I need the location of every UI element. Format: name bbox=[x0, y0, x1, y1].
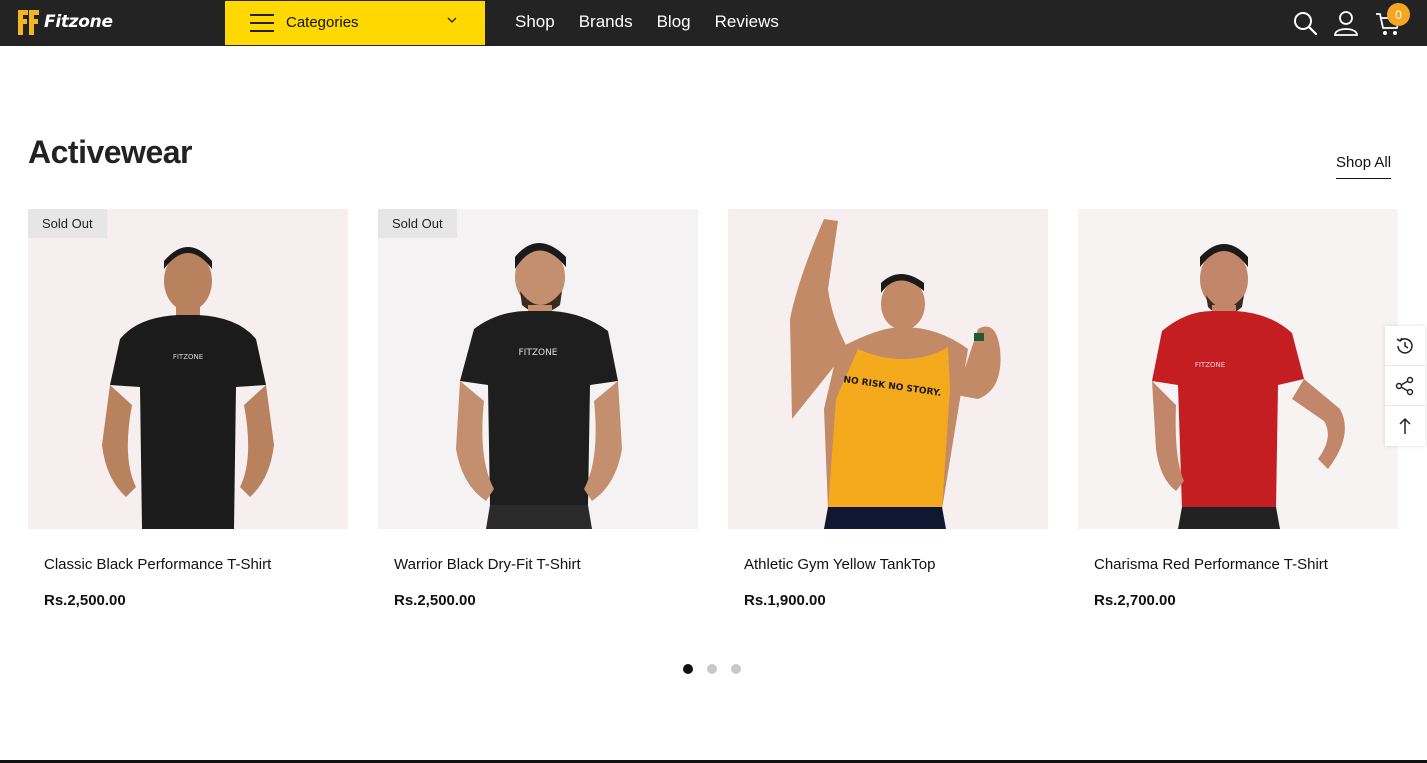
shop-all-link[interactable]: Shop All bbox=[1336, 154, 1392, 179]
product-photo: FITZONE bbox=[378, 209, 698, 529]
carousel-pagination bbox=[683, 664, 741, 674]
product-price: Rs.2,500.00 bbox=[394, 592, 476, 609]
product-image[interactable]: FITZONE Sold Out bbox=[28, 209, 348, 529]
nav-brands[interactable]: Brands bbox=[579, 12, 633, 32]
carousel-dot-3[interactable] bbox=[731, 664, 741, 674]
logo-icon bbox=[18, 10, 39, 35]
back-to-top-icon bbox=[1399, 417, 1411, 434]
sold-out-badge: Sold Out bbox=[378, 209, 457, 238]
site-header: Fitzone Categories Shop Brands Blog Revi… bbox=[0, 0, 1427, 46]
shirt-print: FITZONE bbox=[1195, 361, 1225, 369]
product-price: Rs.1,900.00 bbox=[744, 592, 826, 609]
product-photo: NO RISK NO STORY. bbox=[728, 209, 1048, 529]
nav-shop[interactable]: Shop bbox=[515, 12, 555, 32]
logo-text: Fitzone bbox=[44, 12, 113, 32]
carousel-dot-2[interactable] bbox=[707, 664, 717, 674]
product-image[interactable]: FITZONE bbox=[1078, 209, 1398, 529]
recent-icon bbox=[1396, 337, 1413, 354]
sold-out-badge: Sold Out bbox=[28, 209, 107, 238]
product-card[interactable]: FITZONE Charisma Red Performance T-Shirt… bbox=[1078, 209, 1398, 609]
product-price: Rs.2,700.00 bbox=[1094, 592, 1176, 609]
product-title[interactable]: Classic Black Performance T-Shirt bbox=[44, 556, 271, 573]
user-icon[interactable] bbox=[1332, 9, 1360, 37]
categories-label: Categories bbox=[286, 14, 359, 31]
nav-blog[interactable]: Blog bbox=[657, 12, 691, 32]
recently-viewed-button[interactable] bbox=[1385, 326, 1425, 366]
share-icon bbox=[1395, 376, 1414, 395]
section-title: Activewear bbox=[28, 134, 192, 170]
back-to-top-button[interactable] bbox=[1385, 406, 1425, 446]
product-title[interactable]: Charisma Red Performance T-Shirt bbox=[1094, 556, 1328, 573]
product-photo: FITZONE bbox=[1078, 209, 1398, 529]
cart-count-badge: 0 bbox=[1387, 3, 1410, 26]
shirt-print: FITZONE bbox=[173, 353, 203, 361]
product-photo: FITZONE bbox=[28, 209, 348, 529]
product-price: Rs.2,500.00 bbox=[44, 592, 126, 609]
product-title[interactable]: Warrior Black Dry-Fit T-Shirt bbox=[394, 556, 581, 573]
main-nav: Shop Brands Blog Reviews bbox=[515, 12, 779, 32]
product-card[interactable]: FITZONE Sold Out Classic Black Performan… bbox=[28, 209, 348, 609]
product-image[interactable]: FITZONE Sold Out bbox=[378, 209, 698, 529]
side-toolbar bbox=[1385, 326, 1425, 446]
product-title[interactable]: Athletic Gym Yellow TankTop bbox=[744, 556, 936, 573]
product-card[interactable]: NO RISK NO STORY. Athletic Gym Yellow Ta… bbox=[728, 209, 1048, 609]
product-image[interactable]: NO RISK NO STORY. bbox=[728, 209, 1048, 529]
categories-dropdown[interactable]: Categories bbox=[225, 1, 485, 45]
shirt-print: FITZONE bbox=[519, 348, 558, 358]
product-card[interactable]: FITZONE Sold Out Warrior Black Dry-Fit T… bbox=[378, 209, 698, 609]
logo[interactable]: Fitzone bbox=[16, 6, 113, 38]
search-icon[interactable] bbox=[1291, 9, 1319, 37]
carousel-dot-1[interactable] bbox=[683, 664, 693, 674]
chevron-down-icon bbox=[447, 17, 457, 23]
menu-icon bbox=[250, 14, 274, 32]
nav-reviews[interactable]: Reviews bbox=[715, 12, 779, 32]
share-button[interactable] bbox=[1385, 366, 1425, 406]
